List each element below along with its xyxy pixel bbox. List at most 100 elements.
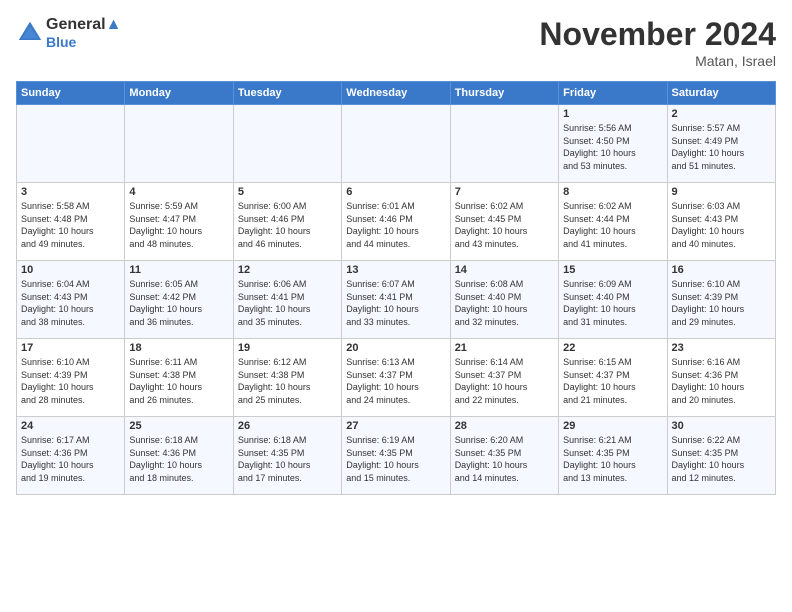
day-number: 13 (346, 264, 445, 276)
day-number: 12 (238, 264, 337, 276)
day-number: 27 (346, 420, 445, 432)
calendar-cell (342, 105, 450, 183)
logo-icon (16, 19, 44, 47)
day-info: Sunrise: 6:11 AM Sunset: 4:38 PM Dayligh… (129, 356, 228, 406)
day-number: 8 (563, 186, 662, 198)
calendar-cell: 10 Sunrise: 6:04 AM Sunset: 4:43 PM Dayli… (17, 261, 125, 339)
calendar-week-2: 10 Sunrise: 6:04 AM Sunset: 4:43 PM Dayli… (17, 261, 776, 339)
day-number: 30 (672, 420, 771, 432)
calendar-cell (17, 105, 125, 183)
day-info: Sunrise: 5:58 AM Sunset: 4:48 PM Dayligh… (21, 200, 120, 250)
day-info: Sunrise: 5:57 AM Sunset: 4:49 PM Dayligh… (672, 122, 771, 172)
header-friday: Friday (559, 82, 667, 105)
day-info: Sunrise: 6:19 AM Sunset: 4:35 PM Dayligh… (346, 434, 445, 484)
day-number: 22 (563, 342, 662, 354)
day-number: 26 (238, 420, 337, 432)
day-number: 19 (238, 342, 337, 354)
calendar-cell: 5 Sunrise: 6:00 AM Sunset: 4:46 PM Daylig… (233, 183, 341, 261)
day-number: 1 (563, 108, 662, 120)
day-info: Sunrise: 6:10 AM Sunset: 4:39 PM Dayligh… (672, 278, 771, 328)
day-info: Sunrise: 6:22 AM Sunset: 4:35 PM Dayligh… (672, 434, 771, 484)
calendar-cell: 20Sunrise: 6:13 AM Sunset: 4:37 PM Dayli… (342, 339, 450, 417)
calendar-cell: 24 Sunrise: 6:17 AM Sunset: 4:36 PM Dayli… (17, 417, 125, 495)
calendar-cell: 14 Sunrise: 6:08 AM Sunset: 4:40 PM Dayli… (450, 261, 558, 339)
day-number: 11 (129, 264, 228, 276)
calendar-cell: 6 Sunrise: 6:01 AM Sunset: 4:46 PM Daylig… (342, 183, 450, 261)
day-info: Sunrise: 6:01 AM Sunset: 4:46 PM Dayligh… (346, 200, 445, 250)
title-area: November 2024 Matan, Israel (539, 16, 776, 69)
calendar-cell: 23Sunrise: 6:16 AM Sunset: 4:36 PM Dayli… (667, 339, 775, 417)
day-info: Sunrise: 6:15 AM Sunset: 4:37 PM Dayligh… (563, 356, 662, 406)
day-number: 5 (238, 186, 337, 198)
calendar-cell: 9Sunrise: 6:03 AM Sunset: 4:43 PM Daylig… (667, 183, 775, 261)
calendar-cell: 30 Sunrise: 6:22 AM Sunset: 4:35 PM Dayli… (667, 417, 775, 495)
month-title: November 2024 (539, 16, 776, 53)
calendar-cell: 11Sunrise: 6:05 AM Sunset: 4:42 PM Dayli… (125, 261, 233, 339)
day-number: 29 (563, 420, 662, 432)
day-info: Sunrise: 6:08 AM Sunset: 4:40 PM Dayligh… (455, 278, 554, 328)
calendar-cell: 16Sunrise: 6:10 AM Sunset: 4:39 PM Dayli… (667, 261, 775, 339)
day-number: 6 (346, 186, 445, 198)
calendar-cell: 12 Sunrise: 6:06 AM Sunset: 4:41 PM Dayli… (233, 261, 341, 339)
day-info: Sunrise: 6:02 AM Sunset: 4:44 PM Dayligh… (563, 200, 662, 250)
day-number: 17 (21, 342, 120, 354)
calendar-week-4: 24 Sunrise: 6:17 AM Sunset: 4:36 PM Dayli… (17, 417, 776, 495)
day-number: 25 (129, 420, 228, 432)
day-number: 24 (21, 420, 120, 432)
calendar-cell: 8 Sunrise: 6:02 AM Sunset: 4:44 PM Daylig… (559, 183, 667, 261)
day-info: Sunrise: 6:18 AM Sunset: 4:36 PM Dayligh… (129, 434, 228, 484)
day-info: Sunrise: 5:59 AM Sunset: 4:47 PM Dayligh… (129, 200, 228, 250)
header-thursday: Thursday (450, 82, 558, 105)
day-number: 7 (455, 186, 554, 198)
calendar-cell: 17 Sunrise: 6:10 AM Sunset: 4:39 PM Dayli… (17, 339, 125, 417)
day-number: 15 (563, 264, 662, 276)
calendar-cell: 21Sunrise: 6:14 AM Sunset: 4:37 PM Dayli… (450, 339, 558, 417)
calendar-week-0: 1 Sunrise: 5:56 AM Sunset: 4:50 PM Daylig… (17, 105, 776, 183)
day-info: Sunrise: 5:56 AM Sunset: 4:50 PM Dayligh… (563, 122, 662, 172)
logo-text: General▲ Blue (46, 16, 121, 50)
calendar-cell: 7 Sunrise: 6:02 AM Sunset: 4:45 PM Daylig… (450, 183, 558, 261)
day-number: 18 (129, 342, 228, 354)
day-number: 23 (672, 342, 771, 354)
day-number: 4 (129, 186, 228, 198)
header: General▲ Blue November 2024 Matan, Israe… (16, 16, 776, 69)
day-number: 2 (672, 108, 771, 120)
calendar-cell: 18 Sunrise: 6:11 AM Sunset: 4:38 PM Dayli… (125, 339, 233, 417)
calendar-cell: 13 Sunrise: 6:07 AM Sunset: 4:41 PM Dayli… (342, 261, 450, 339)
day-info: Sunrise: 6:17 AM Sunset: 4:36 PM Dayligh… (21, 434, 120, 484)
calendar-cell: 29 Sunrise: 6:21 AM Sunset: 4:35 PM Dayli… (559, 417, 667, 495)
calendar-cell: 2 Sunrise: 5:57 AM Sunset: 4:49 PM Daylig… (667, 105, 775, 183)
day-info: Sunrise: 6:06 AM Sunset: 4:41 PM Dayligh… (238, 278, 337, 328)
calendar-cell (450, 105, 558, 183)
calendar-cell: 25 Sunrise: 6:18 AM Sunset: 4:36 PM Dayli… (125, 417, 233, 495)
day-info: Sunrise: 6:14 AM Sunset: 4:37 PM Dayligh… (455, 356, 554, 406)
calendar-cell: 28 Sunrise: 6:20 AM Sunset: 4:35 PM Dayli… (450, 417, 558, 495)
day-number: 10 (21, 264, 120, 276)
header-wednesday: Wednesday (342, 82, 450, 105)
location: Matan, Israel (539, 53, 776, 69)
calendar-week-3: 17 Sunrise: 6:10 AM Sunset: 4:39 PM Dayli… (17, 339, 776, 417)
calendar-cell (233, 105, 341, 183)
header-saturday: Saturday (667, 82, 775, 105)
calendar-table: Sunday Monday Tuesday Wednesday Thursday… (16, 81, 776, 495)
header-tuesday: Tuesday (233, 82, 341, 105)
day-number: 9 (672, 186, 771, 198)
day-info: Sunrise: 6:21 AM Sunset: 4:35 PM Dayligh… (563, 434, 662, 484)
day-info: Sunrise: 6:20 AM Sunset: 4:35 PM Dayligh… (455, 434, 554, 484)
calendar-cell: 4 Sunrise: 5:59 AM Sunset: 4:47 PM Daylig… (125, 183, 233, 261)
calendar-week-1: 3Sunrise: 5:58 AM Sunset: 4:48 PM Daylig… (17, 183, 776, 261)
day-info: Sunrise: 6:04 AM Sunset: 4:43 PM Dayligh… (21, 278, 120, 328)
day-info: Sunrise: 6:10 AM Sunset: 4:39 PM Dayligh… (21, 356, 120, 406)
calendar-cell: 1 Sunrise: 5:56 AM Sunset: 4:50 PM Daylig… (559, 105, 667, 183)
calendar-cell: 22 Sunrise: 6:15 AM Sunset: 4:37 PM Dayli… (559, 339, 667, 417)
day-info: Sunrise: 6:07 AM Sunset: 4:41 PM Dayligh… (346, 278, 445, 328)
day-number: 14 (455, 264, 554, 276)
calendar-cell (125, 105, 233, 183)
day-info: Sunrise: 6:02 AM Sunset: 4:45 PM Dayligh… (455, 200, 554, 250)
calendar-cell: 27 Sunrise: 6:19 AM Sunset: 4:35 PM Dayli… (342, 417, 450, 495)
day-info: Sunrise: 6:09 AM Sunset: 4:40 PM Dayligh… (563, 278, 662, 328)
calendar-cell: 26Sunrise: 6:18 AM Sunset: 4:35 PM Dayli… (233, 417, 341, 495)
day-number: 28 (455, 420, 554, 432)
day-info: Sunrise: 6:00 AM Sunset: 4:46 PM Dayligh… (238, 200, 337, 250)
day-number: 20 (346, 342, 445, 354)
